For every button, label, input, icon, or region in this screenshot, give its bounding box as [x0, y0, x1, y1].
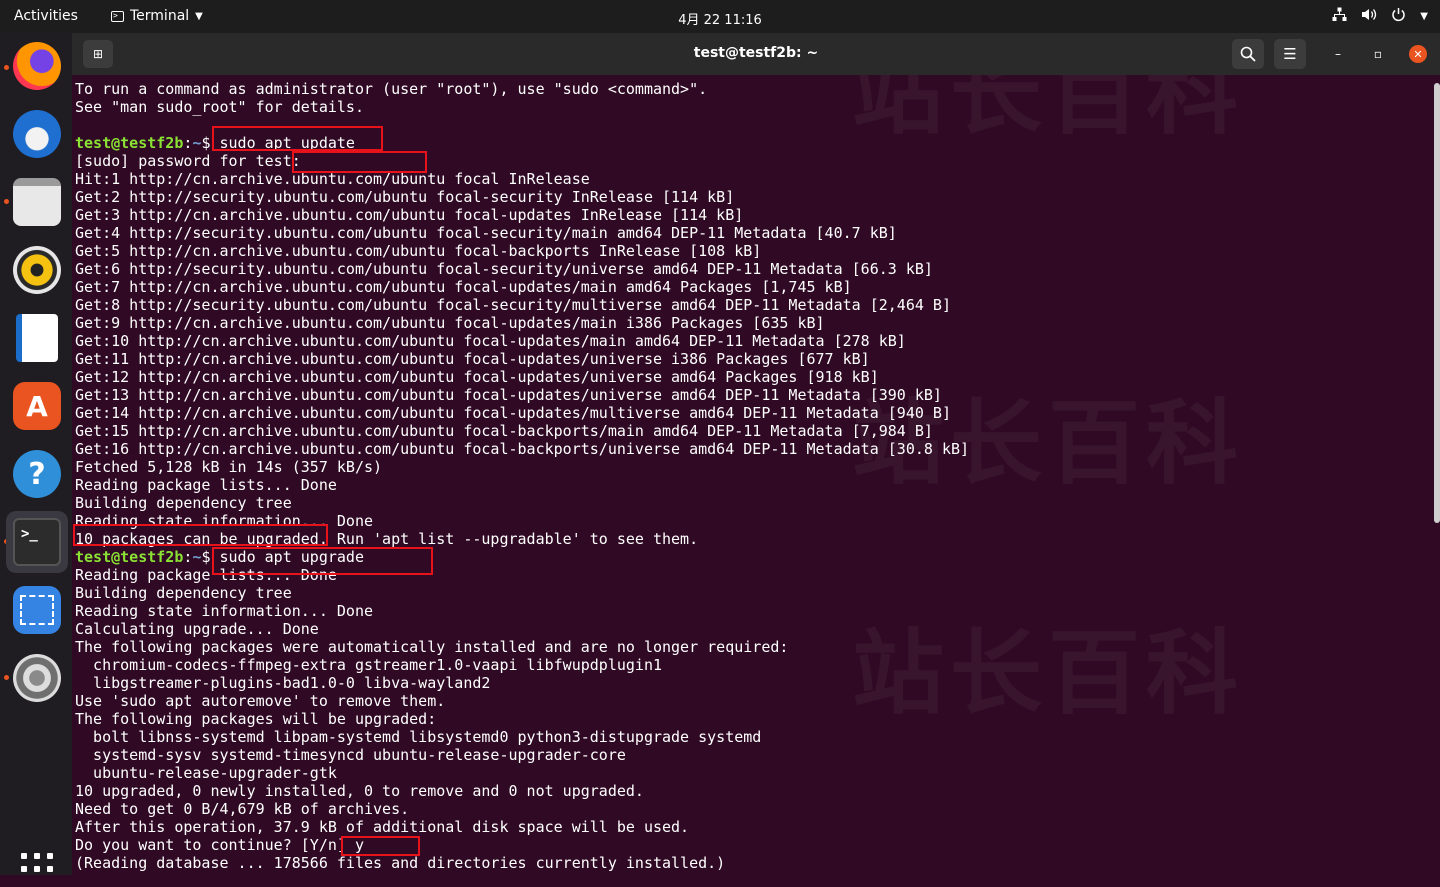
terminal-line: Calculating upgrade... Done [75, 620, 319, 638]
terminal-line: libgstreamer-plugins-bad1.0-0 libva-wayl… [75, 674, 491, 692]
clock[interactable]: 4月 22 11:16 [0, 9, 1440, 28]
terminal-line: Reading package lists... Done [75, 476, 337, 494]
terminal-line: Get:11 http://cn.archive.ubuntu.com/ubun… [75, 350, 870, 368]
terminal-line: Get:15 http://cn.archive.ubuntu.com/ubun… [75, 422, 933, 440]
terminal-line: After this operation, 37.9 kB of additio… [75, 818, 690, 836]
terminal-line: Get:13 http://cn.archive.ubuntu.com/ubun… [75, 386, 942, 404]
terminal-line: Use 'sudo apt autoremove' to remove them… [75, 692, 446, 710]
thunderbird-icon [13, 110, 61, 158]
help-icon: ? [13, 450, 61, 498]
show-applications-button[interactable] [21, 853, 55, 887]
terminal-line: See "man sudo_root" for details. [75, 98, 364, 116]
maximize-button[interactable]: ▫ [1369, 45, 1387, 63]
dock-firefox[interactable] [6, 35, 68, 97]
terminal-text: To run a command as administrator (user … [72, 75, 1428, 872]
terminal-line: Building dependency tree [75, 494, 292, 512]
terminal-line: To run a command as administrator (user … [75, 80, 708, 98]
close-icon: ✕ [1413, 47, 1423, 61]
minimize-icon: – [1335, 47, 1341, 61]
tray-dropdown-icon[interactable]: ▼ [1420, 11, 1428, 22]
terminal-line: Building dependency tree [75, 584, 292, 602]
settings-icon [13, 654, 61, 702]
dock-writer[interactable] [6, 307, 68, 369]
screenshot-icon [13, 586, 61, 634]
terminal-small-icon: > [111, 10, 124, 22]
dock-help[interactable]: ? [6, 443, 68, 505]
power-icon[interactable] [1391, 7, 1406, 26]
terminal-line: Get:14 http://cn.archive.ubuntu.com/ubun… [75, 404, 951, 422]
scrollbar[interactable] [1434, 83, 1440, 523]
terminal-line: Get:4 http://security.ubuntu.com/ubuntu … [75, 224, 897, 242]
restore-icon: ▫ [1373, 47, 1383, 61]
highlight-box [341, 836, 420, 856]
window-header: ⊞ test@testf2b: ~ ☰ – ▫ ✕ [72, 33, 1440, 75]
search-icon [1240, 46, 1256, 62]
terminal-line: Get:3 http://cn.archive.ubuntu.com/ubunt… [75, 206, 744, 224]
terminal-line: Get:6 http://security.ubuntu.com/ubuntu … [75, 260, 933, 278]
highlight-box [212, 547, 433, 575]
libreoffice-writer-icon [16, 314, 58, 362]
prompt-user: test@testf2b [75, 548, 184, 566]
terminal-line: [sudo] password for test: [75, 152, 301, 170]
terminal-line: Get:7 http://cn.archive.ubuntu.com/ubunt… [75, 278, 852, 296]
network-icon[interactable] [1332, 7, 1347, 26]
highlight-box [292, 151, 427, 173]
app-menu-label: Terminal [130, 8, 190, 24]
terminal-line: Hit:1 http://cn.archive.ubuntu.com/ubunt… [75, 170, 590, 188]
dock: A ? >_ [0, 33, 72, 875]
terminal-line: Get:10 http://cn.archive.ubuntu.com/ubun… [75, 332, 906, 350]
software-store-icon: A [13, 382, 61, 430]
dock-settings[interactable] [6, 647, 68, 709]
terminal-line: Fetched 5,128 kB in 14s (357 kB/s) [75, 458, 383, 476]
dock-thunderbird[interactable] [6, 103, 68, 165]
rhythmbox-icon [13, 246, 61, 294]
dock-rhythmbox[interactable] [6, 239, 68, 301]
dock-screenshot[interactable] [6, 579, 68, 641]
minimize-button[interactable]: – [1329, 45, 1347, 63]
highlight-box [212, 126, 383, 151]
close-button[interactable]: ✕ [1409, 45, 1427, 63]
terminal-output[interactable]: 站长百科 站长百科 站长百科 To run a command as admin… [72, 75, 1428, 875]
terminal-window: ⊞ test@testf2b: ~ ☰ – ▫ ✕ 站长百科 站长百科 站长百科… [72, 33, 1440, 875]
terminal-line: Get:5 http://cn.archive.ubuntu.com/ubunt… [75, 242, 762, 260]
terminal-line: Get:2 http://security.ubuntu.com/ubuntu … [75, 188, 735, 206]
terminal-line: 10 upgraded, 0 newly installed, 0 to rem… [75, 782, 644, 800]
terminal-line: The following packages will be upgraded: [75, 710, 437, 728]
terminal-line: ubuntu-release-upgrader-gtk [75, 764, 337, 782]
highlight-box [73, 524, 328, 546]
prompt-user: test@testf2b [75, 134, 184, 152]
terminal-line: Get:9 http://cn.archive.ubuntu.com/ubunt… [75, 314, 825, 332]
new-tab-button[interactable]: ⊞ [83, 40, 113, 68]
dock-files[interactable] [6, 171, 68, 233]
terminal-line: (Reading database ... 178566 files and d… [75, 854, 726, 872]
system-tray[interactable]: ▼ [1332, 7, 1428, 26]
terminal-line: Reading state information... Done [75, 602, 374, 620]
hamburger-icon: ☰ [1283, 45, 1297, 63]
terminal-line: Get:8 http://security.ubuntu.com/ubuntu … [75, 296, 951, 314]
terminal-line: Get:12 http://cn.archive.ubuntu.com/ubun… [75, 368, 879, 386]
app-menu-terminal[interactable]: > Terminal ▼ [111, 8, 203, 24]
new-tab-icon: ⊞ [92, 47, 104, 61]
terminal-line: bolt libnss-systemd libpam-systemd libsy… [75, 728, 762, 746]
dock-software[interactable]: A [6, 375, 68, 437]
terminal-line: systemd-sysv systemd-timesyncd ubuntu-re… [75, 746, 626, 764]
files-icon [13, 178, 61, 226]
terminal-line: Get:16 http://cn.archive.ubuntu.com/ubun… [75, 440, 970, 458]
terminal-line: The following packages were automaticall… [75, 638, 789, 656]
activities-button[interactable]: Activities [14, 8, 78, 24]
firefox-icon [13, 42, 61, 90]
hamburger-menu-button[interactable]: ☰ [1274, 39, 1306, 69]
terminal-line: Do you want to continue? [Y/n] y [75, 836, 364, 854]
terminal-icon: >_ [13, 518, 61, 566]
terminal-line: chromium-codecs-ffmpeg-extra gstreamer1.… [75, 656, 662, 674]
search-button[interactable] [1232, 39, 1264, 69]
dropdown-arrow-icon: ▼ [195, 10, 203, 22]
volume-icon[interactable] [1361, 7, 1377, 26]
top-bar: Activities > Terminal ▼ 4月 22 11:16 ▼ [0, 0, 1440, 33]
terminal-line: Need to get 0 B/4,679 kB of archives. [75, 800, 410, 818]
dock-terminal[interactable]: >_ [6, 511, 68, 573]
